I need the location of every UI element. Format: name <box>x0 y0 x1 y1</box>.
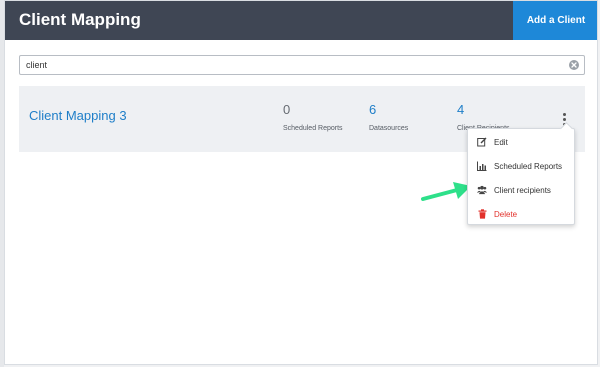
menu-item-client-recipients[interactable]: Client recipients <box>468 180 574 200</box>
menu-item-label: Scheduled Reports <box>494 161 563 171</box>
users-icon <box>477 185 487 195</box>
kebab-dot <box>562 117 566 121</box>
stat-value: 4 <box>457 102 465 117</box>
pointer-arrow-icon <box>421 182 471 201</box>
kebab-dot <box>562 112 566 116</box>
menu-item-scheduled-reports[interactable]: Scheduled Reports <box>468 156 574 176</box>
client-name-link[interactable]: Client Mapping 3 <box>29 108 127 123</box>
stat-label: Scheduled Reports <box>283 125 343 132</box>
menu-item-label: Client recipients <box>494 185 551 195</box>
edit-icon <box>477 137 487 147</box>
stat-value: 0 <box>283 102 291 117</box>
menu-item-label: Edit <box>494 137 508 147</box>
trash-icon <box>477 209 487 219</box>
menu-item-edit[interactable]: Edit <box>468 132 574 152</box>
clear-circle-icon[interactable] <box>569 60 579 70</box>
stat-datasources[interactable]: 6 Datasources <box>369 102 408 132</box>
bar-chart-icon <box>477 161 487 171</box>
menu-item-delete[interactable]: Delete <box>468 204 574 224</box>
stat-value: 6 <box>369 102 377 117</box>
search-box <box>19 55 585 75</box>
stat-scheduled-reports: 0 Scheduled Reports <box>283 102 343 132</box>
client-actions-dropdown: Edit Scheduled Reports Client recipients… <box>467 122 575 225</box>
page-title: Client Mapping <box>19 10 141 29</box>
search-input[interactable] <box>26 56 546 74</box>
add-client-button[interactable]: Add a Client <box>513 1 597 40</box>
stat-label: Datasources <box>369 125 409 132</box>
modal-header: Client Mapping Add a Client <box>5 1 597 40</box>
menu-item-label: Delete <box>494 209 518 219</box>
client-mapping-modal: Client Mapping Add a Client Client Mappi… <box>4 0 598 365</box>
